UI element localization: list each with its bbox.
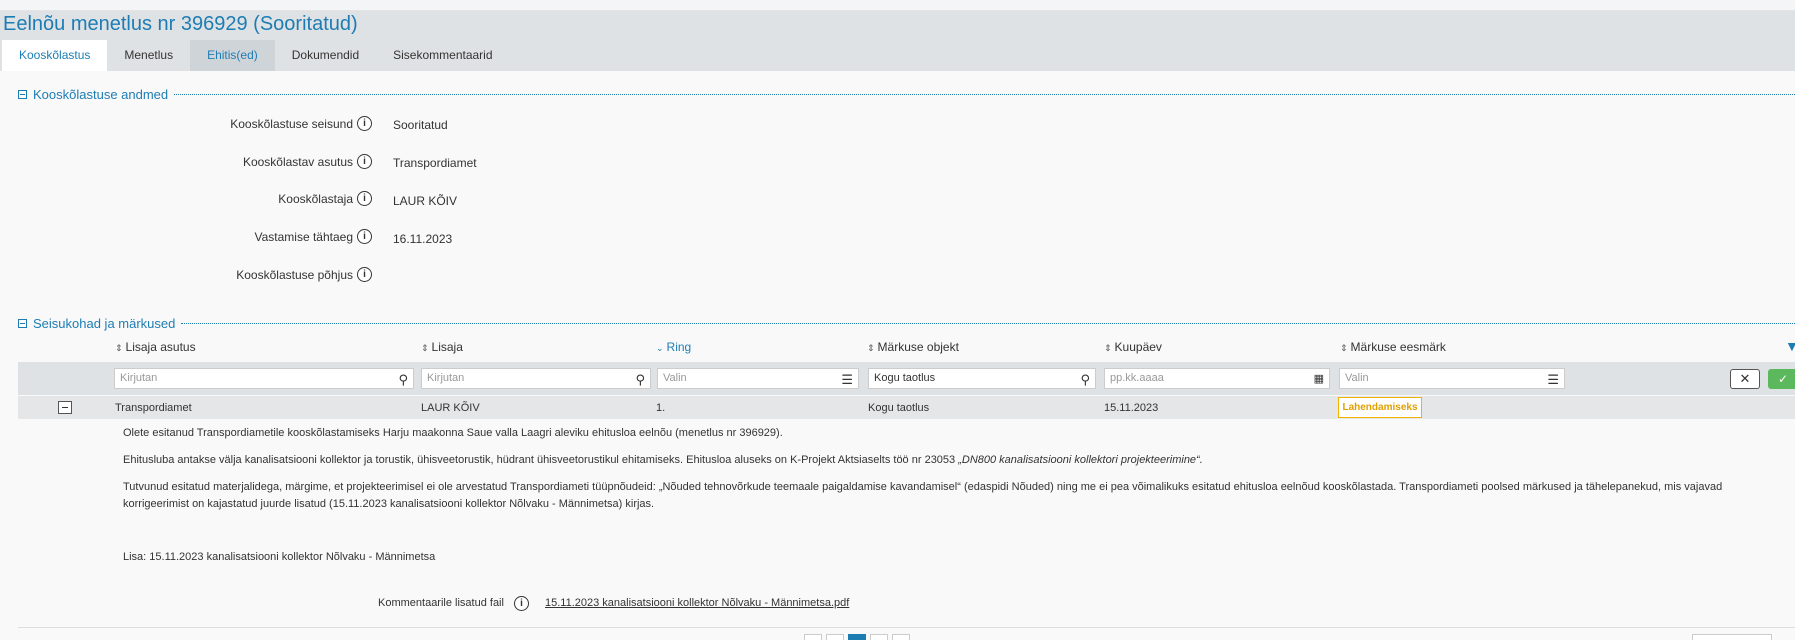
pager-last-button[interactable] bbox=[892, 634, 910, 640]
info-icon[interactable]: i bbox=[357, 229, 372, 244]
status-badge: Lahendamiseks bbox=[1338, 397, 1422, 418]
filter-icon[interactable]: ▼ bbox=[1785, 338, 1795, 354]
close-icon: ✕ bbox=[1739, 371, 1751, 386]
attachment-label: Kommentaarile lisatud fail bbox=[378, 597, 504, 609]
info-icon[interactable]: i bbox=[514, 596, 529, 611]
filter-input-markuse-objekt[interactable]: Kogu taotlus ⚲ bbox=[868, 368, 1096, 389]
field-label-seisund: Kooskõlastuse seisund bbox=[230, 117, 353, 131]
field-label-asutus: Kooskõlastav asutus bbox=[242, 155, 353, 169]
section-divider bbox=[181, 323, 1795, 324]
comment-paragraph: Tutvunud esitatud materjalidega, märgime… bbox=[123, 481, 1723, 510]
divider bbox=[18, 627, 1795, 628]
field-value-tahtaeg: 16.11.2023 bbox=[393, 232, 453, 246]
list-icon: ☰ bbox=[1547, 372, 1559, 387]
tab-kooskolastus[interactable]: Kooskõlastus bbox=[2, 40, 108, 71]
search-icon: ⚲ bbox=[398, 372, 408, 387]
pagination bbox=[804, 634, 910, 640]
cell-lisaja-asutus: Transpordiamet bbox=[115, 402, 192, 414]
sort-icon: ⇕ bbox=[421, 343, 429, 353]
filter-select-ring[interactable]: Valin ☰ bbox=[657, 368, 859, 389]
info-icon[interactable]: i bbox=[357, 267, 372, 282]
tab-ehitised[interactable]: Ehitis(ed) bbox=[190, 40, 275, 71]
page-title: Eelnõu menetlus nr 396929 (Sooritatud) bbox=[3, 13, 358, 35]
column-header-lisaja-asutus[interactable]: ⇕ Lisaja asutus bbox=[115, 340, 196, 354]
attachment-link[interactable]: 15.11.2023 kanalisatsiooni kollektor Nõl… bbox=[545, 597, 849, 609]
filter-select-markuse-eesmark[interactable]: Valin ☰ bbox=[1339, 368, 1565, 389]
top-strip bbox=[0, 0, 1795, 11]
info-icon[interactable]: i bbox=[357, 154, 372, 169]
pager-first-button[interactable] bbox=[804, 634, 822, 640]
field-value-asutus: Transpordiamet bbox=[393, 156, 477, 170]
section-kooskolastuse-andmed: Kooskõlastuse andmed bbox=[18, 87, 1795, 102]
sort-icon: ⇕ bbox=[867, 343, 875, 353]
filter-input-lisaja-asutus[interactable]: Kirjutan ⚲ bbox=[114, 368, 414, 389]
tab-menetlus[interactable]: Menetlus bbox=[107, 40, 190, 71]
column-header-kuupaev[interactable]: ⇕ Kuupäev bbox=[1104, 340, 1162, 354]
tab-sisekommentaarid[interactable]: Sisekommentaarid bbox=[376, 40, 509, 71]
filter-input-lisaja[interactable]: Kirjutan ⚲ bbox=[421, 368, 651, 389]
pager-next-button[interactable] bbox=[870, 634, 888, 640]
collapse-row-icon[interactable] bbox=[58, 401, 72, 414]
section-divider bbox=[174, 94, 1795, 95]
collapse-toggle[interactable] bbox=[18, 319, 27, 328]
column-header-markuse-eesmark[interactable]: ⇕ Märkuse eesmärk bbox=[1340, 340, 1446, 354]
column-header-ring[interactable]: ⌄ Ring bbox=[656, 340, 691, 354]
sort-icon: ⇕ bbox=[115, 343, 123, 353]
check-icon: ✓ bbox=[1777, 372, 1789, 386]
column-header-markuse-objekt[interactable]: ⇕ Märkuse objekt bbox=[867, 340, 959, 354]
info-icon[interactable]: i bbox=[357, 116, 372, 131]
chevron-down-icon: ⌄ bbox=[656, 343, 664, 353]
cell-markuse-objekt: Kogu taotlus bbox=[868, 402, 930, 414]
field-value-kooskolastaja: LAUR KÕIV bbox=[393, 194, 458, 208]
collapse-toggle[interactable] bbox=[18, 90, 27, 99]
search-icon: ⚲ bbox=[635, 372, 645, 387]
filter-date-kuupaev[interactable]: pp.kk.aaaa ▦ bbox=[1104, 368, 1330, 389]
sort-icon: ⇕ bbox=[1104, 343, 1112, 353]
cell-ring: 1. bbox=[656, 402, 666, 414]
section-title: Seisukohad ja märkused bbox=[33, 316, 176, 331]
sort-icon: ⇕ bbox=[1340, 343, 1348, 353]
cell-kuupaev: 15.11.2023 bbox=[1104, 402, 1159, 414]
field-value-seisund: Sooritatud bbox=[393, 118, 448, 132]
pager-prev-button[interactable] bbox=[826, 634, 844, 640]
column-header-lisaja[interactable]: ⇕ Lisaja bbox=[421, 340, 463, 354]
page-size-select[interactable] bbox=[1692, 634, 1772, 640]
list-icon: ☰ bbox=[841, 372, 853, 387]
apply-filters-button[interactable]: ✓ bbox=[1768, 369, 1795, 389]
tab-bar: Kooskõlastus Menetlus Ehitis(ed) Dokumen… bbox=[2, 40, 510, 71]
info-icon[interactable]: i bbox=[357, 191, 372, 206]
tab-dokumendid[interactable]: Dokumendid bbox=[275, 40, 376, 71]
comment-paragraph: Olete esitanud Transpordiametile kooskõl… bbox=[123, 427, 783, 439]
field-label-kooskolastaja: Kooskõlastaja bbox=[278, 192, 353, 206]
calendar-icon: ▦ bbox=[1313, 373, 1324, 385]
comment-paragraph: Ehitusluba antakse välja kanalisatsiooni… bbox=[123, 454, 1203, 466]
cell-lisaja: LAUR KÕIV bbox=[421, 402, 480, 414]
section-seisukohad: Seisukohad ja märkused bbox=[18, 316, 1795, 331]
clear-filters-button[interactable]: ✕ bbox=[1730, 369, 1760, 389]
search-icon: ⚲ bbox=[1080, 372, 1090, 387]
pager-current-page[interactable] bbox=[848, 634, 866, 640]
section-title: Kooskõlastuse andmed bbox=[33, 87, 169, 102]
field-label-tahtaeg: Vastamise tähtaeg bbox=[254, 230, 353, 244]
field-label-pohjus: Kooskõlastuse põhjus bbox=[236, 268, 353, 282]
comment-paragraph: Lisa: 15.11.2023 kanalisatsiooni kollekt… bbox=[123, 551, 436, 563]
